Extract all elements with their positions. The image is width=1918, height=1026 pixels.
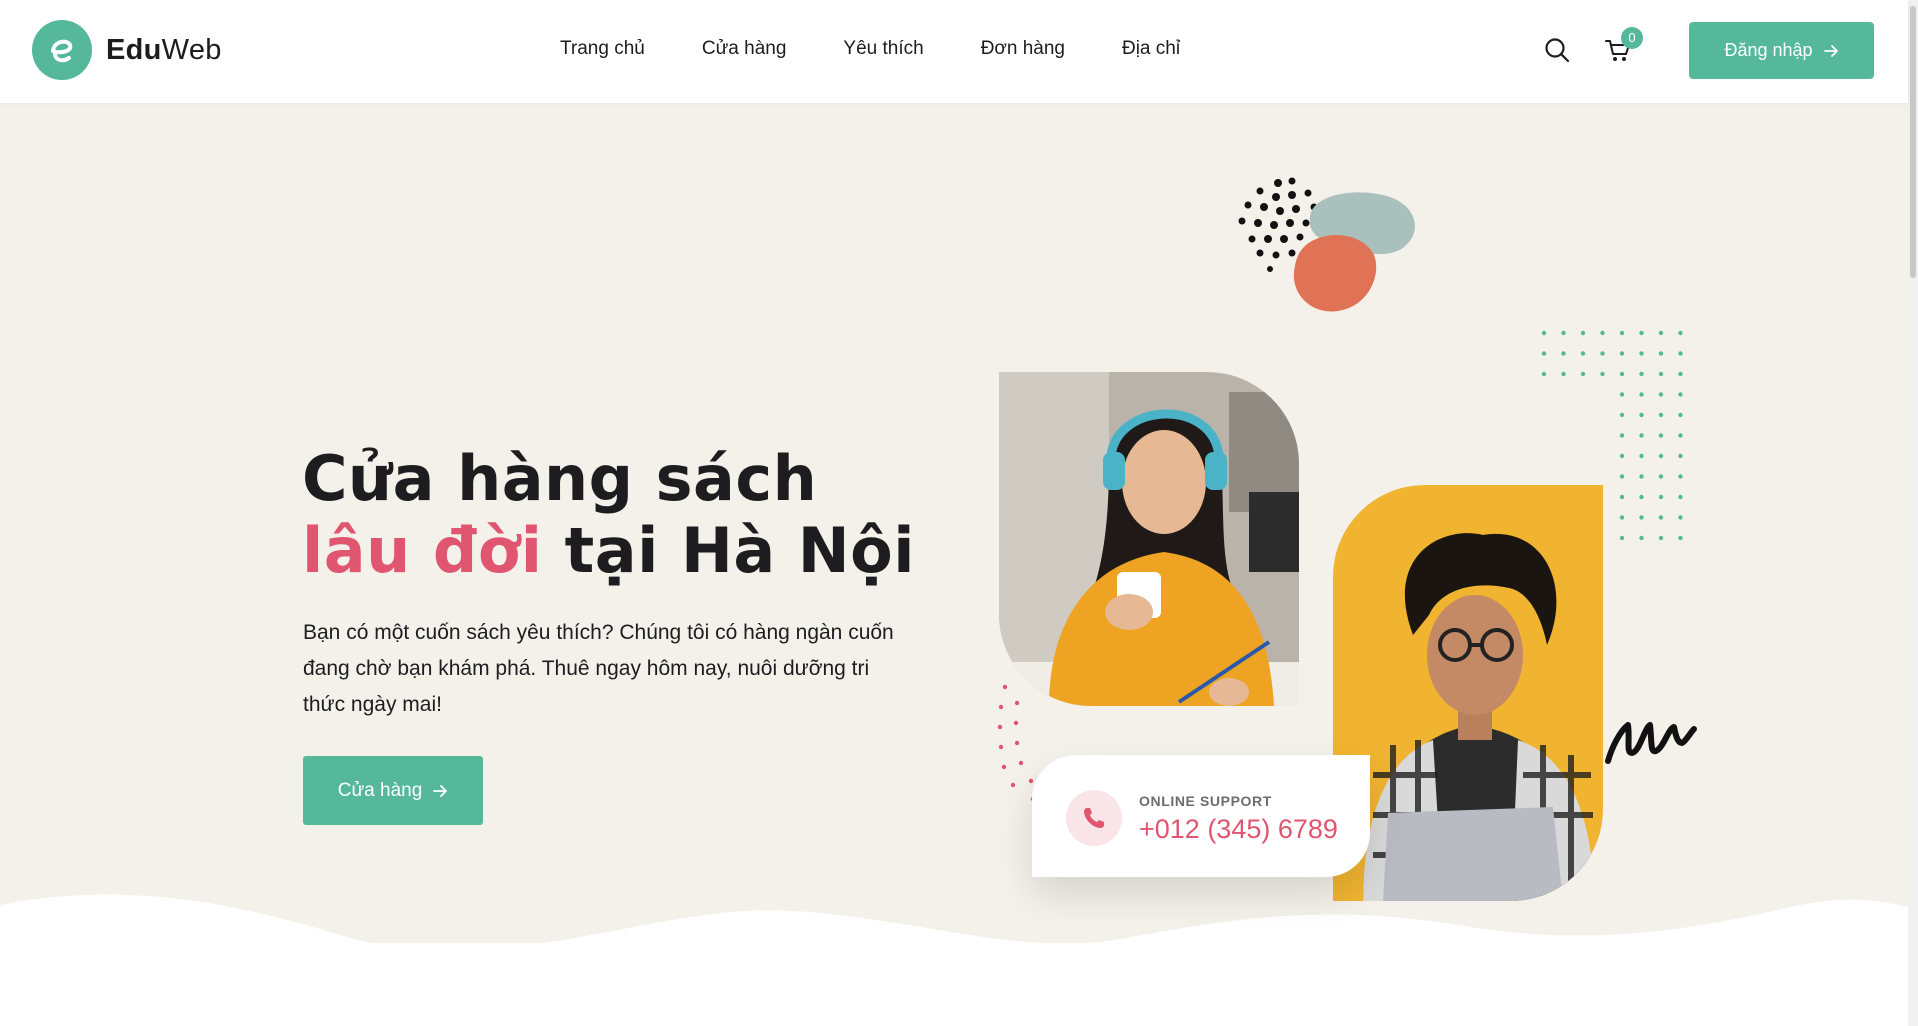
wave-divider [0, 894, 1908, 943]
phone-icon [1084, 808, 1104, 828]
nav-item-orders[interactable]: Đơn hàng [981, 38, 1065, 60]
brand-logo[interactable]: EduWeb [32, 20, 222, 80]
shop-button-label: Cửa hàng [337, 779, 423, 801]
online-support-card: ONLINE SUPPORT +012 (345) 6789 [1032, 755, 1370, 877]
arrow-right-icon [1823, 44, 1838, 57]
logo-e-icon [32, 20, 92, 80]
nav-item-shop[interactable]: Cửa hàng [702, 38, 787, 60]
phone-icon-badge[interactable] [1066, 790, 1122, 846]
arrow-right-icon [433, 784, 448, 797]
brand-name: EduWeb [106, 34, 222, 67]
site-header: EduWeb Trang chủ Cửa hàng Yêu thích Đơn … [0, 0, 1908, 103]
brand-name-bold: Edu [106, 33, 162, 66]
nav-item-address[interactable]: Địa chỉ [1122, 38, 1180, 60]
photo-man-thinking [1333, 485, 1603, 901]
login-button-label: Đăng nhập [1724, 40, 1813, 60]
decor-orange-blob [1293, 235, 1377, 312]
hero-section: Cửa hàng sách lâu đời tại Hà Nội Bạn có m… [0, 103, 1908, 943]
support-phone-number[interactable]: +012 (345) 6789 [1139, 814, 1338, 845]
shop-button[interactable]: Cửa hàng [303, 756, 483, 825]
cart-count-badge: 0 [1621, 27, 1643, 49]
scrollbar-thumb[interactable] [1910, 6, 1916, 278]
brand-name-light: Web [161, 33, 222, 66]
hero-title-line1: Cửa hàng sách [302, 442, 818, 515]
page-scrollbar[interactable] [1908, 0, 1918, 1026]
nav-item-home[interactable]: Trang chủ [560, 38, 645, 60]
hero-title-accent: lâu đời [302, 514, 543, 587]
hero-title-rest: tại Hà Nội [542, 514, 915, 587]
online-support-label: ONLINE SUPPORT [1139, 793, 1272, 809]
decor-squiggle [1605, 722, 1697, 764]
search-icon[interactable] [1543, 36, 1571, 64]
hero-title: Cửa hàng sách lâu đời tại Hà Nội [302, 443, 915, 587]
hero-description: Bạn có một cuốn sách yêu thích? Chúng tô… [303, 621, 894, 716]
nav-item-favorites[interactable]: Yêu thích [843, 38, 923, 60]
login-button[interactable]: Đăng nhập [1689, 22, 1874, 79]
main-nav: Trang chủ Cửa hàng Yêu thích Đơn hàng Đị… [560, 38, 1237, 60]
photo-woman-reading [999, 372, 1299, 706]
